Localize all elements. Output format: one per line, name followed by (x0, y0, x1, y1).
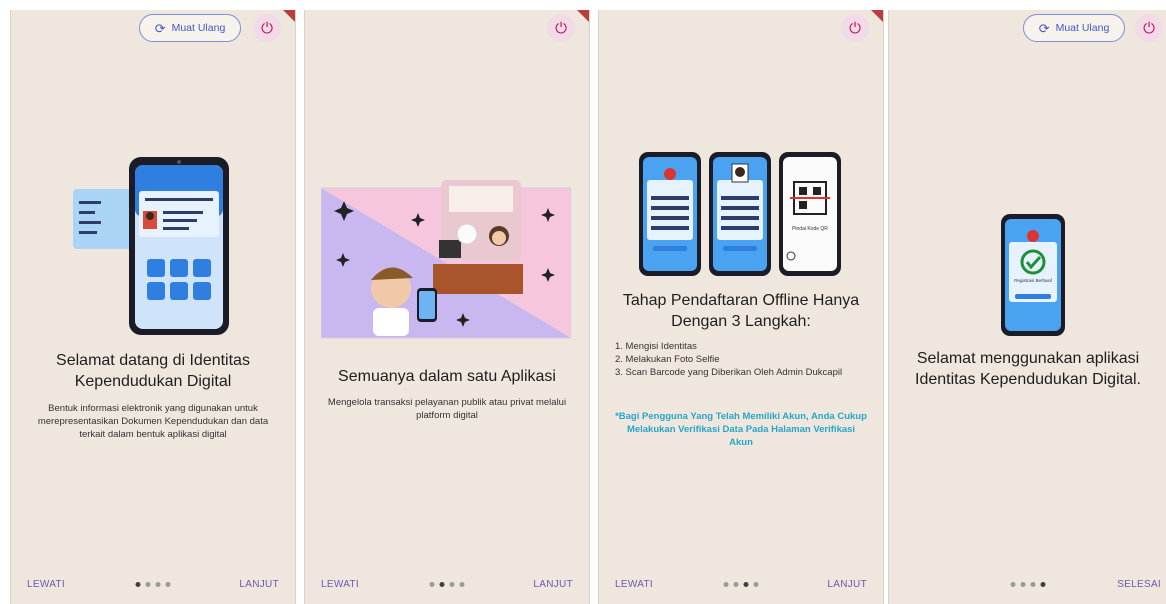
power-icon: ⏻ (1143, 19, 1155, 37)
registration-success-illustration: Registrasi Berhasil (1001, 214, 1065, 336)
next-button[interactable]: LANJUT (827, 579, 867, 590)
refresh-icon: ⟳ (1038, 20, 1050, 36)
registration-steps-illustration: Pindai Kode QR (639, 152, 841, 276)
page-dot (1010, 582, 1016, 587)
reload-label: Muat Ulang (171, 22, 226, 34)
page-dot (723, 582, 729, 587)
page-dot (753, 582, 759, 587)
page-indicator (1010, 582, 1046, 587)
page-dot (459, 582, 465, 587)
refresh-icon: ⟳ (154, 20, 166, 36)
next-button[interactable]: LANJUT (239, 579, 279, 590)
debug-banner-corner (577, 10, 589, 22)
page-dot (449, 582, 455, 587)
existing-account-note: *Bagi Pengguna Yang Telah Memiliki Akun,… (615, 411, 867, 448)
screen2-description: Mengelola transaksi pelayanan publik ata… (327, 397, 567, 421)
onboarding-screen-4: ⟳ Muat Ulang ⏻ Registrasi Berhasil Selam… (888, 10, 1166, 604)
page-dot (1030, 582, 1036, 587)
page-dot (145, 582, 151, 587)
registration-steps-list: 1. Mengisi Identitas 2. Melakukan Foto S… (615, 340, 867, 379)
list-item: 3. Scan Barcode yang Diberikan Oleh Admi… (615, 367, 843, 378)
power-button[interactable]: ⏻ (841, 14, 869, 42)
reload-button[interactable]: ⟳ Muat Ulang (1023, 14, 1125, 42)
page-indicator (135, 582, 171, 587)
page-dot (429, 582, 435, 587)
onboarding-screen-3: ⏻ Pindai Kode QR Tahap Pendaftaran Offli… (598, 10, 884, 604)
page-dot (1020, 582, 1026, 587)
skip-button[interactable]: LEWATI (27, 579, 65, 590)
page-indicator (429, 582, 465, 587)
debug-banner-corner (283, 10, 295, 22)
page-dot (135, 582, 141, 587)
identity-phone-illustration (73, 157, 229, 335)
screen1-title: Selamat datang di Identitas Kependudukan… (56, 352, 250, 390)
page-dot (165, 582, 171, 587)
screen4-title: Selamat menggunakan aplikasi Identitas K… (915, 350, 1141, 388)
page-dot (1040, 582, 1046, 587)
debug-banner-corner (871, 10, 883, 22)
onboarding-screen-1: ⟳ Muat Ulang ⏻ Selamat datang di Identit… (10, 10, 296, 604)
onboarding-screen-2: ⏻ Semuanya dalam satu Aplikasi Mengelola… (304, 10, 590, 604)
page-dot (733, 582, 739, 587)
power-button[interactable]: ⏻ (1135, 14, 1163, 42)
public-service-illustration (321, 180, 571, 339)
list-item: 1. Mengisi Identitas (615, 341, 697, 352)
page-dot (439, 582, 445, 587)
skip-button[interactable]: LEWATI (321, 579, 359, 590)
power-icon: ⏻ (849, 19, 861, 37)
page-dot (155, 582, 161, 587)
finish-button[interactable]: SELESAI (1117, 579, 1161, 590)
page-dot (743, 582, 749, 587)
next-button[interactable]: LANJUT (533, 579, 573, 590)
skip-button[interactable]: LEWATI (615, 579, 653, 590)
power-button[interactable]: ⏻ (253, 14, 281, 42)
page-indicator (723, 582, 759, 587)
power-icon: ⏻ (555, 19, 567, 37)
list-item: 2. Melakukan Foto Selfie (615, 354, 720, 365)
reload-label: Muat Ulang (1055, 22, 1110, 34)
power-icon: ⏻ (261, 19, 273, 37)
power-button[interactable]: ⏻ (547, 14, 575, 42)
screen3-title: Tahap Pendaftaran Offline Hanya Dengan 3… (622, 292, 860, 330)
success-caption: Registrasi Berhasil (1014, 278, 1052, 283)
qr-caption: Pindai Kode QR (792, 226, 828, 232)
screen2-title: Semuanya dalam satu Aplikasi (338, 368, 556, 385)
reload-button[interactable]: ⟳ Muat Ulang (139, 14, 241, 42)
screen1-description: Bentuk informasi elektronik yang digunak… (37, 403, 269, 440)
